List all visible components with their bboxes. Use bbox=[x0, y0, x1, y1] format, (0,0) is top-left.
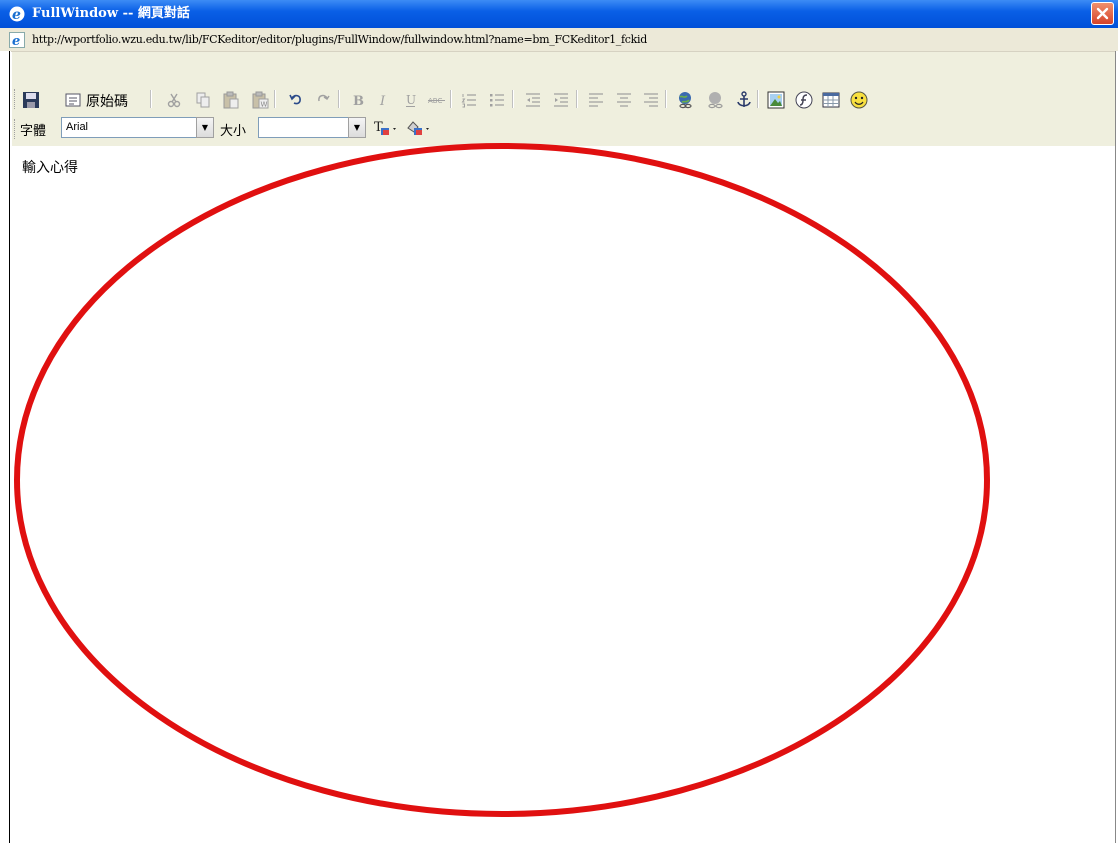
anchor-icon bbox=[736, 90, 751, 107]
align-right-icon bbox=[643, 92, 658, 107]
ie-icon: e bbox=[9, 6, 25, 23]
copy-button[interactable] bbox=[192, 89, 213, 110]
strikethrough-icon: ABC bbox=[427, 97, 445, 105]
flash-button[interactable] bbox=[793, 89, 814, 110]
svg-text:B: B bbox=[353, 94, 364, 108]
svg-text:W: W bbox=[260, 100, 267, 108]
table-button[interactable] bbox=[820, 89, 841, 110]
close-icon bbox=[1096, 7, 1109, 20]
frame-border-line bbox=[9, 51, 10, 843]
editor-toolbar: 原始碼 W B I U 字體 Arial ▼ 大小 ▼ T bbox=[12, 52, 1115, 146]
copy-icon bbox=[196, 92, 209, 107]
flash-icon bbox=[795, 91, 812, 108]
anchor-button[interactable] bbox=[733, 89, 754, 110]
save-icon bbox=[22, 91, 39, 108]
ordered-list-button[interactable] bbox=[458, 89, 479, 110]
italic-icon: I bbox=[379, 94, 386, 108]
indent-button[interactable] bbox=[550, 89, 571, 110]
toolbar-separator bbox=[512, 90, 514, 108]
title-bar[interactable]: e FullWindow -- 網頁對話 bbox=[0, 0, 1118, 28]
outdent-icon bbox=[525, 92, 540, 107]
undo-button[interactable] bbox=[285, 89, 306, 110]
paste-word-button[interactable]: W bbox=[249, 89, 270, 110]
indent-icon bbox=[553, 92, 568, 107]
align-center-button[interactable] bbox=[613, 89, 634, 110]
unlink-button[interactable] bbox=[704, 89, 725, 110]
font-label: 字體 bbox=[20, 124, 47, 139]
paste-button[interactable] bbox=[220, 89, 241, 110]
toolbar-separator bbox=[665, 90, 667, 108]
toolbar-separator bbox=[757, 90, 759, 108]
align-right-button[interactable] bbox=[640, 89, 661, 110]
toolbar-row-1: 原始碼 W B I U bbox=[12, 86, 1115, 114]
toolbar-separator bbox=[338, 90, 340, 108]
toolbar-row-2: 字體 Arial ▼ 大小 ▼ T bbox=[12, 116, 1115, 142]
outdent-button[interactable] bbox=[522, 89, 543, 110]
bg-color-icon bbox=[407, 120, 429, 135]
toolbar-separator bbox=[274, 90, 276, 108]
toolbar-grip bbox=[14, 119, 18, 139]
size-select[interactable]: ▼ bbox=[258, 117, 366, 138]
svg-text:I: I bbox=[379, 94, 386, 108]
underline-button[interactable]: U bbox=[400, 89, 421, 110]
text-color-icon: T bbox=[374, 120, 396, 135]
close-button[interactable] bbox=[1091, 2, 1114, 25]
toolbar-grip bbox=[14, 89, 18, 109]
chevron-down-icon[interactable]: ▼ bbox=[348, 117, 366, 138]
editor-text: 輸入心得 bbox=[22, 160, 78, 176]
size-label: 大小 bbox=[220, 124, 247, 139]
paste-icon bbox=[223, 91, 238, 108]
address-bar: e http://wportfolio.wzu.edu.tw/lib/FCKed… bbox=[0, 28, 1118, 52]
dialog-window: e FullWindow -- 網頁對話 e http://wportfolio… bbox=[0, 0, 1118, 843]
chevron-down-icon[interactable]: ▼ bbox=[196, 117, 214, 138]
text-color-button[interactable]: T bbox=[372, 117, 402, 138]
ordered-list-icon bbox=[461, 93, 476, 107]
unlink-icon bbox=[707, 91, 723, 108]
bold-button[interactable]: B bbox=[347, 89, 368, 110]
cut-button[interactable] bbox=[163, 89, 184, 110]
svg-text:U: U bbox=[406, 93, 416, 107]
svg-text:e: e bbox=[12, 7, 21, 22]
table-icon bbox=[822, 92, 839, 107]
window-title: FullWindow -- 網頁對話 bbox=[32, 6, 190, 21]
underline-icon: U bbox=[405, 93, 416, 107]
toolbar-separator bbox=[450, 90, 452, 108]
redo-button[interactable] bbox=[312, 89, 333, 110]
source-icon bbox=[65, 93, 80, 106]
toolbar-separator bbox=[576, 90, 578, 108]
ie-page-icon: e bbox=[9, 32, 25, 49]
bold-icon: B bbox=[353, 94, 364, 108]
italic-button[interactable]: I bbox=[373, 89, 394, 110]
bg-color-button[interactable] bbox=[405, 117, 435, 138]
cut-icon bbox=[167, 93, 180, 107]
unordered-list-button[interactable] bbox=[486, 89, 507, 110]
redo-icon bbox=[317, 94, 330, 101]
smiley-icon bbox=[850, 91, 867, 108]
image-icon bbox=[767, 91, 784, 108]
editor-content[interactable]: 輸入心得 bbox=[12, 146, 1115, 843]
source-label[interactable]: 原始碼 bbox=[86, 91, 128, 111]
link-icon bbox=[678, 91, 692, 108]
save-button[interactable] bbox=[20, 89, 41, 110]
undo-icon bbox=[288, 94, 301, 104]
align-left-icon bbox=[588, 92, 603, 107]
font-select[interactable]: Arial ▼ bbox=[61, 117, 214, 138]
smiley-button[interactable] bbox=[848, 89, 869, 110]
link-button[interactable] bbox=[674, 89, 695, 110]
align-left-button[interactable] bbox=[585, 89, 606, 110]
svg-text:e: e bbox=[12, 34, 20, 48]
strikethrough-button[interactable]: ABC bbox=[426, 89, 447, 110]
unordered-list-icon bbox=[489, 93, 504, 106]
address-url: http://wportfolio.wzu.edu.tw/lib/FCKedit… bbox=[32, 33, 647, 46]
font-select-value: Arial bbox=[66, 121, 89, 133]
paste-word-icon: W bbox=[252, 91, 268, 108]
toolbar-separator bbox=[150, 90, 152, 108]
image-button[interactable] bbox=[765, 89, 786, 110]
source-button[interactable] bbox=[62, 89, 83, 110]
align-center-icon bbox=[616, 92, 631, 107]
